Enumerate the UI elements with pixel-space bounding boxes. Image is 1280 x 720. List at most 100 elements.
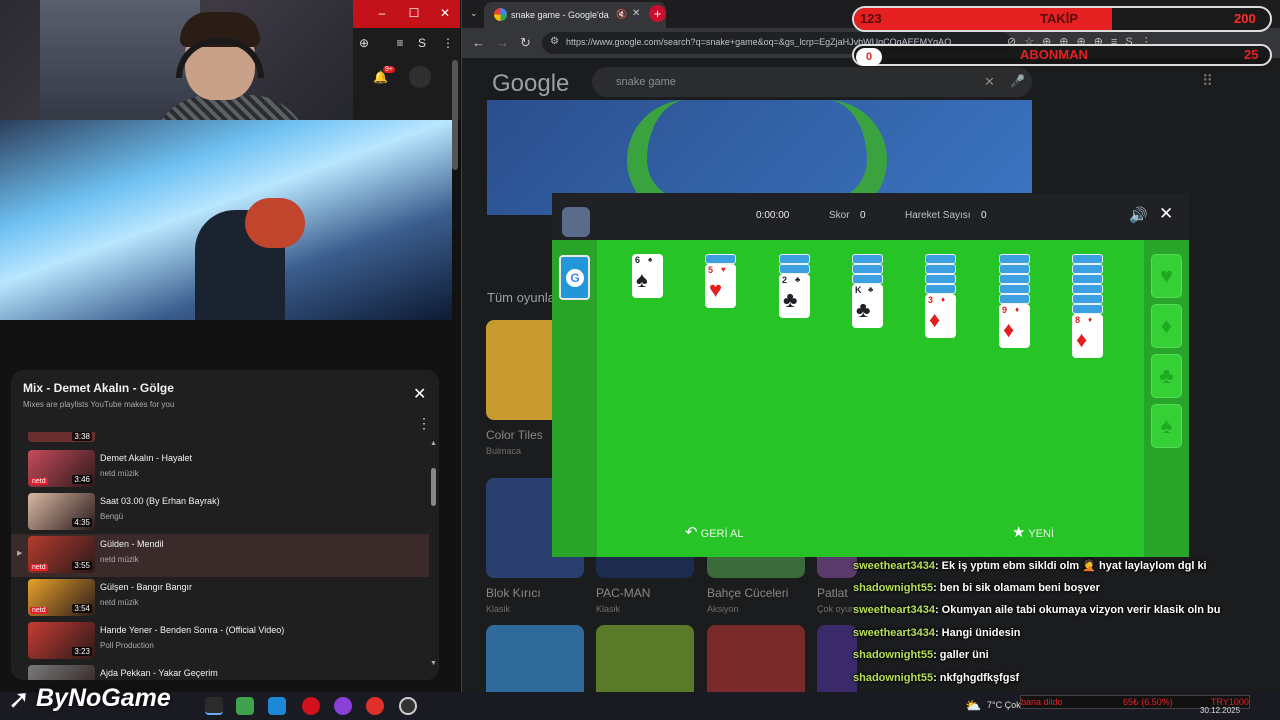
video-thumbnail[interactable]: 3:23 [28, 622, 95, 659]
mute-icon[interactable]: 🔇 [616, 9, 627, 20]
video-title[interactable]: Ajda Pekkan - Yakar Geçerim [100, 668, 218, 678]
video-channel[interactable]: netd müzik [100, 555, 139, 564]
video-thumbnail[interactable] [28, 665, 95, 680]
game-card[interactable] [486, 625, 584, 692]
stock-pile[interactable]: G [559, 255, 590, 300]
face-up-card[interactable]: 9 ♦ ♦ [999, 304, 1030, 348]
chat-username: sweetheart3434 [853, 604, 935, 616]
playlist-item[interactable]: 4:35 Saat 03.00 (By Erhan Bayrak) Bengü [11, 491, 429, 534]
playlist-item[interactable]: Ajda Pekkan - Yakar Geçerim [11, 663, 429, 680]
video-title[interactable]: Gülşen - Bangır Bangır [100, 582, 192, 592]
taskbar-chrome-icon[interactable] [366, 697, 384, 715]
taskbar-store-icon[interactable] [236, 697, 254, 715]
apps-grid-icon[interactable]: ⠿ [1202, 72, 1213, 90]
video-thumbnail[interactable]: 4:35 [28, 493, 95, 530]
more-icon[interactable]: ⋮ [441, 36, 455, 50]
weather-text[interactable]: 7°C Çok [987, 700, 1021, 710]
close-icon[interactable]: ✕ [1159, 204, 1173, 224]
page-scrollbar[interactable] [452, 60, 458, 170]
new-game-button[interactable]: ★ YENİ [1012, 523, 1054, 541]
video-thumbnail[interactable]: 3:46 netd [28, 450, 95, 487]
site-info-icon[interactable]: ⚙ [550, 36, 559, 47]
face-up-card[interactable]: 2 ♣ ♣ [779, 274, 810, 318]
close-icon[interactable]: ✕ [438, 6, 452, 20]
foundation-pile[interactable]: ♦ [1151, 304, 1182, 348]
extension-icon[interactable]: ⊕ [357, 36, 371, 50]
video-channel[interactable]: Bengü [100, 512, 123, 521]
tab-search-icon[interactable]: ⌄ [470, 8, 478, 19]
game-card[interactable] [707, 625, 805, 692]
playlist-item[interactable]: 3:46 netd Demet Akalın - Hayalet netd müzik [11, 448, 429, 491]
face-up-card[interactable]: 6 ♠ ♠ [632, 254, 663, 298]
chat-message: sweetheart3434: Hangi ünidesin [853, 627, 1021, 639]
game-card-label: Color Tiles [486, 428, 543, 442]
undo-button[interactable]: ↶ GERİ AL [685, 523, 743, 541]
partial-thumbnail[interactable]: 3:38 [28, 432, 95, 442]
new-tab-button[interactable]: + [649, 5, 666, 22]
scroll-down-icon[interactable]: ▼ [430, 660, 437, 667]
s-extension-icon[interactable]: S [415, 36, 429, 50]
face-up-card[interactable]: 3 ♦ ♦ [925, 294, 956, 338]
chat-message: shadownight55: galler üni [853, 649, 989, 661]
more-options-icon[interactable]: ⋮ [417, 415, 431, 432]
playlist-item[interactable]: ▶ 3:55 netd Gülden - Mendil netd müzik [11, 534, 429, 577]
tab-google-search[interactable]: snake game - Google'da Ara 🔇 ✕ [484, 2, 666, 28]
reload-icon[interactable]: ↻ [520, 35, 531, 51]
sub-count: 0 [856, 48, 882, 66]
volume-icon[interactable]: 🔊 [1129, 206, 1148, 224]
video-thumbnail[interactable]: 3:54 netd [28, 579, 95, 616]
card-suit-large: ♦ [929, 307, 941, 332]
face-down-card [779, 254, 810, 264]
search-input[interactable]: snake game ✕ 🎤 [592, 67, 1032, 97]
face-down-card [1072, 294, 1103, 304]
taskbar-obs-icon[interactable] [399, 697, 417, 715]
face-up-card[interactable]: K ♣ ♣ [852, 284, 883, 328]
playlist-item[interactable]: 3:23 Hande Yener - Benden Sonra - (Offici… [11, 620, 429, 663]
playlist-title: Mix - Demet Akalın - Gölge [23, 381, 174, 395]
chat-text: : ben bi sik olamam beni boşver [933, 581, 1100, 594]
google-logo[interactable]: Google [492, 70, 569, 98]
video-channel[interactable]: netd müzik [100, 598, 139, 607]
avatar[interactable] [409, 66, 431, 88]
face-down-card [1072, 284, 1103, 294]
chat-text: : Hangi ünidesin [934, 626, 1021, 639]
foundation-pile[interactable]: ♣ [1151, 354, 1182, 398]
back-icon[interactable]: ← [472, 35, 485, 50]
forward-icon[interactable]: → [496, 35, 509, 50]
scroll-up-icon[interactable]: ▲ [430, 440, 437, 447]
taskbar-discord-icon[interactable] [334, 697, 352, 715]
queue-icon[interactable]: ≡ [393, 36, 407, 50]
game-card-category: Bulmaca [486, 446, 522, 456]
face-down-card [1072, 274, 1103, 284]
close-icon[interactable]: ✕ [413, 384, 426, 404]
video-duration: 3:38 [72, 432, 92, 441]
game-card[interactable] [596, 625, 694, 692]
playlist-scrollbar-thumb[interactable] [431, 468, 436, 506]
face-up-card[interactable]: 8 ♦ ♦ [1072, 314, 1103, 358]
playlist-item[interactable]: 3:54 netd Gülşen - Bangır Bangır netd müzik [11, 577, 429, 620]
chat-message: shadownight55: nkfghgdfkşfgsf [853, 672, 1019, 684]
video-player[interactable] [0, 120, 452, 320]
clear-icon[interactable]: ✕ [984, 74, 995, 90]
netd-logo: netd [30, 564, 48, 571]
video-thumbnail[interactable]: 3:55 netd [28, 536, 95, 573]
face-up-card[interactable]: 5 ♥ ♥ [705, 264, 736, 308]
video-title[interactable]: Demet Akalın - Hayalet [100, 453, 192, 463]
video-title[interactable]: Saat 03.00 (By Erhan Bayrak) [100, 496, 220, 506]
video-title[interactable]: Hande Yener - Benden Sonra - (Official V… [100, 625, 284, 635]
new-game-label: YENİ [1028, 528, 1054, 540]
video-title[interactable]: Gülden - Mendil [100, 539, 164, 549]
tab-close-icon[interactable]: ✕ [632, 8, 640, 19]
foundation-pile[interactable]: ♥ [1151, 254, 1182, 298]
taskbar-app-s-icon[interactable] [205, 697, 223, 715]
minimize-icon[interactable]: – [375, 6, 389, 20]
taskbar-opera-icon[interactable] [302, 697, 320, 715]
face-down-card [925, 284, 956, 294]
video-channel[interactable]: netd müzik [100, 469, 139, 478]
search-query: snake game [616, 76, 676, 88]
maximize-icon[interactable]: ☐ [407, 6, 421, 20]
mic-icon[interactable]: 🎤 [1010, 74, 1025, 88]
video-channel[interactable]: Poll Production [100, 641, 154, 650]
taskbar-app-icon[interactable] [268, 697, 286, 715]
foundation-pile[interactable]: ♠ [1151, 404, 1182, 448]
